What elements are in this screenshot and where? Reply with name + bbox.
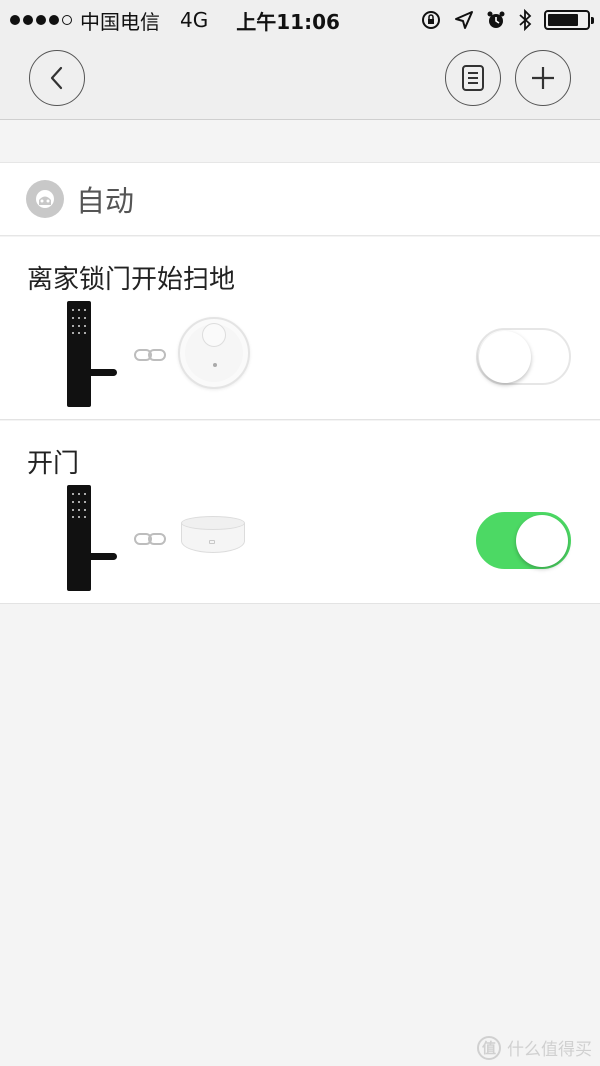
location-arrow-icon <box>455 11 473 29</box>
scene-card[interactable]: 开门 <box>0 421 600 604</box>
alarm-clock-icon <box>487 11 505 28</box>
scene-title: 离家锁门开始扫地 <box>27 265 236 295</box>
bluetooth-icon <box>519 9 532 31</box>
battery-level <box>548 14 579 26</box>
scene-card[interactable]: 离家锁门开始扫地 <box>0 237 600 420</box>
scene-title: 开门 <box>27 449 80 479</box>
network-type: 4G <box>180 8 209 32</box>
smart-lock-icon <box>67 485 117 591</box>
add-scene-button[interactable] <box>515 50 571 106</box>
log-list-button[interactable] <box>445 50 501 106</box>
robot-vacuum-icon <box>178 317 250 389</box>
section-title: 自动 <box>76 184 135 218</box>
watermark-text: 什么值得买 <box>507 1040 592 1060</box>
scene-toggle[interactable] <box>476 328 571 385</box>
auto-scene-icon <box>26 180 64 218</box>
battery-icon <box>544 10 594 30</box>
link-chain-icon <box>134 533 166 545</box>
signal-strength-icon <box>10 15 72 25</box>
toggle-knob <box>516 515 568 567</box>
nav-bar <box>0 40 600 120</box>
watermark-badge: 值 <box>477 1035 501 1060</box>
list-document-icon <box>462 65 484 91</box>
status-bar: 中国电信 4G 上午11:06 <box>0 0 600 40</box>
status-time: 上午11:06 <box>236 9 340 34</box>
rotation-lock-icon <box>422 11 440 29</box>
carrier-name: 中国电信 <box>80 9 160 34</box>
auto-section-header: 自动 <box>0 162 600 236</box>
toggle-knob <box>479 331 531 383</box>
link-chain-icon <box>134 349 166 361</box>
smart-lock-icon <box>67 301 117 407</box>
plus-icon <box>532 67 554 89</box>
back-chevron-icon <box>50 66 63 90</box>
gateway-device-icon <box>181 516 245 560</box>
scene-toggle[interactable] <box>476 512 571 569</box>
back-button[interactable] <box>29 50 85 106</box>
watermark: 值 什么值得买 <box>477 1035 592 1060</box>
